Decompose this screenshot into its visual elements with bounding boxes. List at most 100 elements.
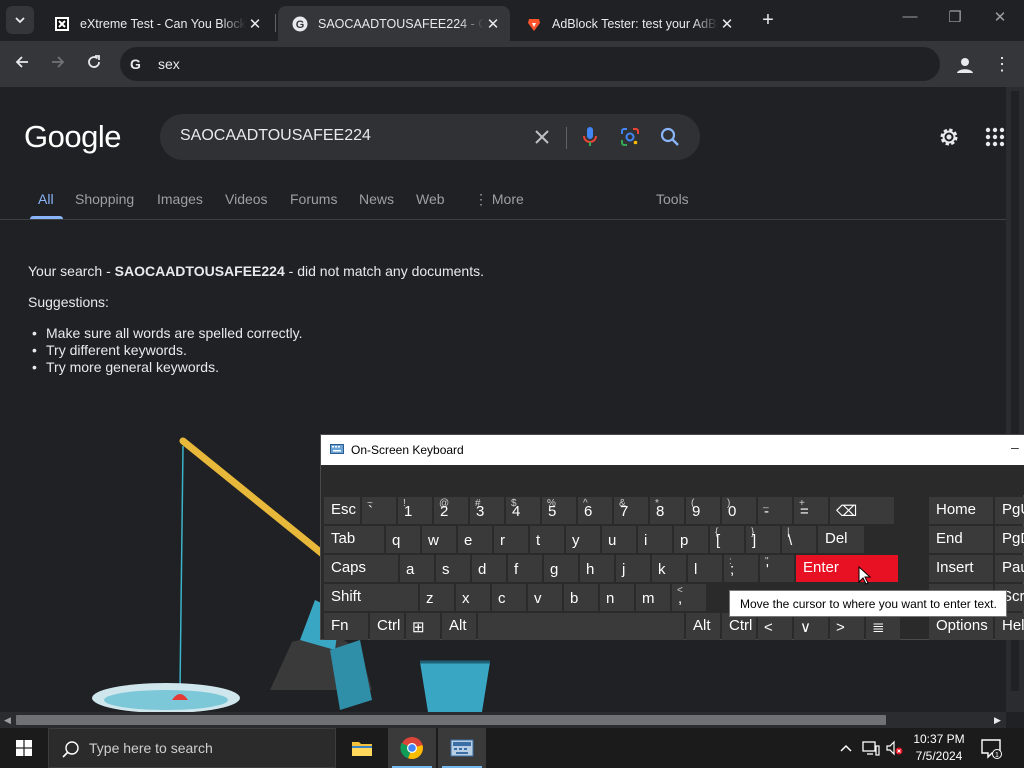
forward-button[interactable] — [45, 51, 71, 77]
key-d[interactable]: d — [472, 555, 506, 582]
network-icon[interactable] — [862, 728, 880, 768]
search-box[interactable]: SAOCAADTOUSAFEE224 — [160, 114, 700, 160]
tab-shopping[interactable]: Shopping — [75, 191, 134, 207]
minimize-button[interactable]: – — [1011, 439, 1019, 455]
chrome-taskbar-button[interactable] — [388, 728, 436, 768]
file-explorer-button[interactable] — [338, 728, 386, 768]
key-3[interactable]: #3 — [470, 497, 504, 524]
menu-key[interactable]: ≣ — [866, 613, 900, 640]
key-\[interactable]: | \ — [782, 526, 816, 553]
key-4[interactable]: $4 — [506, 497, 540, 524]
volume-muted-icon[interactable] — [885, 728, 903, 768]
key-y[interactable]: y — [566, 526, 600, 553]
scroll-left-icon[interactable]: ◀ — [4, 715, 11, 726]
key-8[interactable]: * 8 — [650, 497, 684, 524]
key-'[interactable]: " ' — [760, 555, 794, 582]
address-text[interactable]: sex — [158, 56, 180, 72]
key-a[interactable]: a — [400, 555, 434, 582]
tab-all[interactable]: All — [38, 191, 54, 207]
down-arrow-key[interactable]: ∨ — [794, 613, 828, 640]
tools-button[interactable]: Tools — [656, 191, 689, 207]
alt-key[interactable]: Alt — [442, 613, 476, 640]
search-input[interactable]: SAOCAADTOUSAFEE224 — [180, 127, 371, 145]
apps-grid-icon[interactable] — [985, 127, 1005, 147]
key-;[interactable]: :; — [724, 555, 758, 582]
more-menu-button[interactable]: ⋮ — [992, 53, 1012, 77]
osk-titlebar[interactable]: On-Screen Keyboard – — [321, 435, 1024, 465]
tab-news[interactable]: News — [359, 191, 394, 207]
key-[[interactable]: {[ — [710, 526, 744, 553]
windows-key[interactable]: ⊞ — [406, 613, 440, 640]
key-w[interactable]: w — [422, 526, 456, 553]
caps-lock-key[interactable]: Caps — [324, 555, 398, 582]
tab-search-button[interactable] — [6, 6, 34, 34]
key-,[interactable]: <, — [672, 584, 706, 611]
address-bar[interactable]: G sex — [120, 47, 940, 81]
tab-google-search[interactable]: G SAOCAADTOUSAFEE224 - Google Search ✕ — [278, 6, 510, 41]
tab-adblock-tester[interactable]: AdBlock Tester: test your AdBlock ✕ — [512, 6, 744, 41]
key--[interactable]: _ - — [758, 497, 792, 524]
chevron-up-icon[interactable] — [839, 728, 853, 768]
key-5[interactable]: % 5 — [542, 497, 576, 524]
key-i[interactable]: i — [638, 526, 672, 553]
close-icon[interactable]: ✕ — [718, 15, 736, 33]
key-6[interactable]: ^ 6 — [578, 497, 612, 524]
ctrl-key[interactable]: Ctrl — [370, 613, 404, 640]
key-f[interactable]: f — [508, 555, 542, 582]
key-0[interactable]: ) 0 — [722, 497, 756, 524]
key-h[interactable]: h — [580, 555, 614, 582]
key-k[interactable]: k — [652, 555, 686, 582]
shift-key[interactable]: Shift — [324, 584, 418, 611]
tab-key[interactable]: Tab — [324, 526, 384, 553]
key-q[interactable]: q — [386, 526, 420, 553]
system-clock[interactable]: 10:37 PM 7/5/2024 — [906, 731, 972, 765]
profile-button[interactable] — [953, 53, 977, 77]
back-button[interactable] — [9, 51, 35, 77]
key-l[interactable]: l — [688, 555, 722, 582]
start-button[interactable] — [0, 728, 48, 768]
nav-key[interactable]: Options — [929, 613, 993, 640]
key-b[interactable]: b — [564, 584, 598, 611]
reload-button[interactable] — [81, 51, 107, 77]
search-icon[interactable] — [658, 125, 682, 149]
left-arrow-key[interactable]: < — [758, 613, 792, 640]
key-v[interactable]: v — [528, 584, 562, 611]
key-r[interactable]: r — [494, 526, 528, 553]
close-window-button[interactable]: ✕ — [985, 8, 1015, 32]
ctrl-key[interactable]: Ctrl — [722, 613, 756, 640]
key-m[interactable]: m — [636, 584, 670, 611]
key-s[interactable]: s — [436, 555, 470, 582]
horizontal-scrollbar[interactable]: ◀ ▶ — [0, 712, 1006, 728]
key-t[interactable]: t — [530, 526, 564, 553]
more-tabs-button[interactable]: ⋮ More — [474, 191, 524, 208]
lens-camera-icon[interactable] — [618, 125, 642, 149]
tab-forums[interactable]: Forums — [290, 191, 337, 207]
fn-key[interactable]: Fn — [324, 613, 368, 640]
key-][interactable]: }] — [746, 526, 780, 553]
nav-key[interactable]: Home — [929, 497, 993, 524]
key-2[interactable]: @2 — [434, 497, 468, 524]
key-u[interactable]: u — [602, 526, 636, 553]
tab-videos[interactable]: Videos — [225, 191, 268, 207]
notification-icon[interactable]: 1 — [980, 737, 1002, 759]
right-arrow-key[interactable]: > — [830, 613, 864, 640]
key-`[interactable]: ~ ` — [362, 497, 396, 524]
key-9[interactable]: (9 — [686, 497, 720, 524]
nav-key[interactable]: Help — [995, 613, 1024, 640]
delete-key[interactable]: Del — [818, 526, 864, 553]
key-n[interactable]: n — [600, 584, 634, 611]
nav-key[interactable]: PgD — [995, 526, 1024, 553]
scroll-thumb[interactable] — [16, 715, 886, 725]
alt-key[interactable]: Alt — [686, 613, 720, 640]
scroll-right-icon[interactable]: ▶ — [994, 715, 1001, 726]
enter-key[interactable]: Enter — [796, 555, 898, 582]
nav-key[interactable]: Insert — [929, 555, 993, 582]
microphone-icon[interactable] — [578, 125, 602, 149]
key-1[interactable]: ! 1 — [398, 497, 432, 524]
esc-key[interactable]: Esc — [324, 497, 360, 524]
tab-web[interactable]: Web — [416, 191, 445, 207]
close-icon[interactable]: ✕ — [484, 15, 502, 33]
space-key[interactable] — [478, 613, 684, 640]
tab-images[interactable]: Images — [157, 191, 203, 207]
restore-button[interactable]: ❐ — [940, 8, 970, 32]
